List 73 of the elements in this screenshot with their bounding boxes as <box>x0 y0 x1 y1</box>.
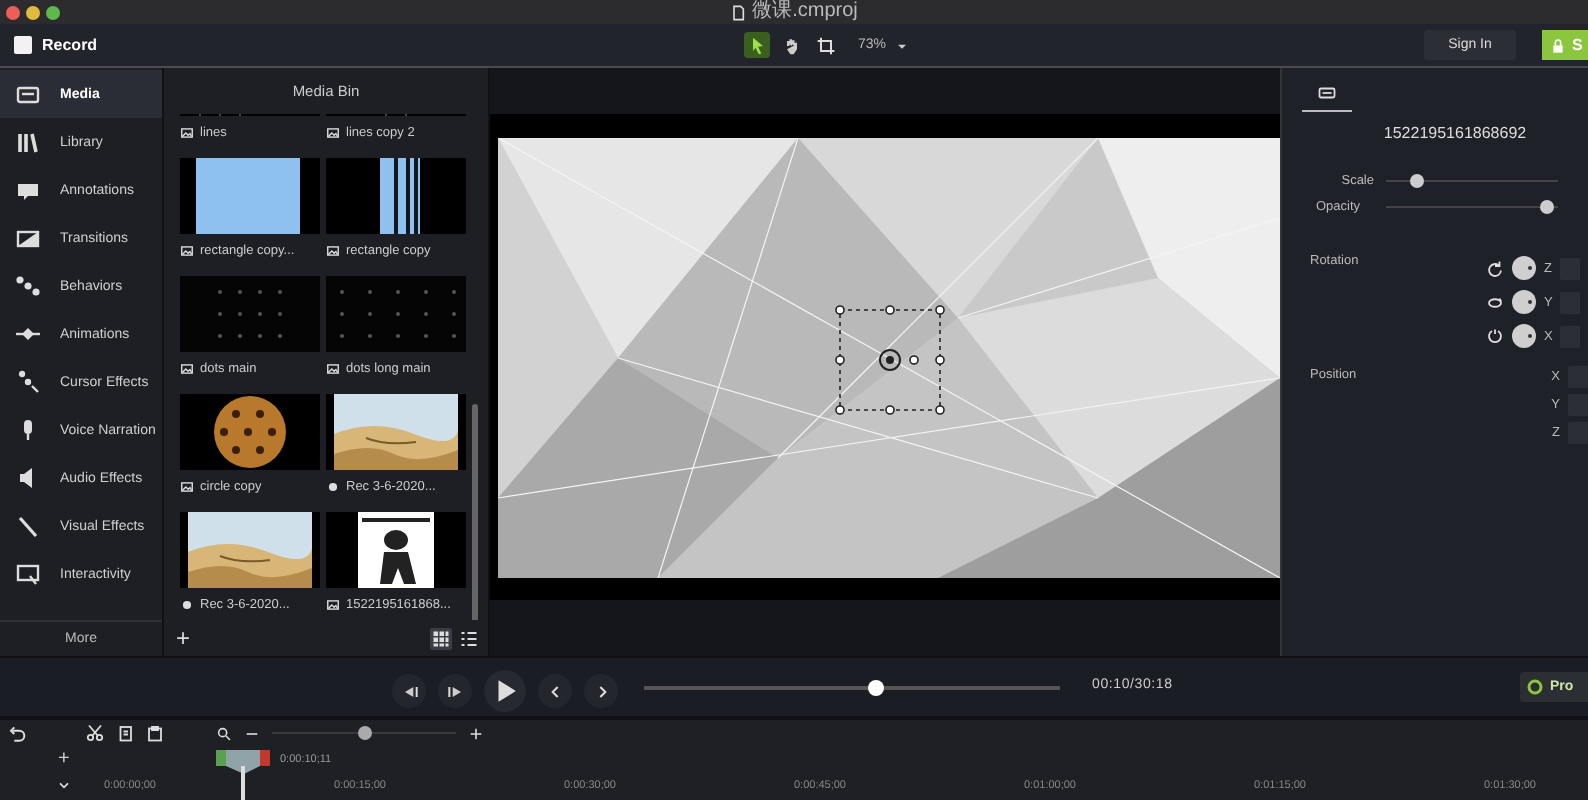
previous-button[interactable] <box>538 674 572 708</box>
rotate-icon <box>1486 259 1504 277</box>
minimize-button[interactable] <box>26 5 40 19</box>
record-button[interactable]: Record <box>14 36 98 54</box>
scissors-icon <box>86 724 104 742</box>
speech-bubble-icon <box>16 178 40 202</box>
gradient-icon <box>16 226 40 250</box>
undo-button[interactable] <box>6 723 26 743</box>
monitor-icon <box>16 82 40 106</box>
slider-thumb[interactable] <box>1539 200 1554 214</box>
crop-icon <box>815 35 835 55</box>
chevron-down-icon[interactable] <box>56 778 72 794</box>
rotation-dial[interactable] <box>1512 324 1536 348</box>
slider-thumb[interactable] <box>357 726 371 740</box>
image-icon <box>326 597 340 611</box>
rotation-dial[interactable] <box>1512 290 1536 314</box>
pointer-icon <box>747 35 767 55</box>
pointer-tool[interactable] <box>744 32 770 58</box>
image-icon <box>326 125 340 139</box>
keyframe-icon <box>16 322 40 346</box>
add-track-button[interactable]: + <box>58 749 70 769</box>
lock-icon <box>1550 37 1566 53</box>
slider-thumb[interactable] <box>1409 174 1424 188</box>
property-slider[interactable] <box>1386 200 1558 214</box>
rotate-icon <box>1486 293 1504 311</box>
copy-button[interactable] <box>116 724 134 742</box>
search-icon <box>216 725 232 741</box>
grid-view-button[interactable] <box>430 627 452 649</box>
previous-frame-button[interactable] <box>392 674 426 708</box>
image-icon <box>326 243 340 257</box>
plus-icon <box>468 725 484 741</box>
image-icon <box>180 479 194 493</box>
paste-button[interactable] <box>146 724 164 742</box>
record-icon <box>180 597 194 611</box>
scrollbar-thumb[interactable] <box>472 404 478 620</box>
grid-view-icon <box>432 629 450 647</box>
list-view-icon <box>460 629 478 647</box>
zoom-button[interactable] <box>216 725 232 741</box>
wand-icon <box>16 514 40 538</box>
document-icon <box>730 3 747 21</box>
dots-icon <box>16 274 40 298</box>
rotate-icon <box>1486 327 1504 345</box>
play-button[interactable] <box>484 670 526 712</box>
crop-tool[interactable] <box>812 32 838 58</box>
list-view-button[interactable] <box>458 627 480 649</box>
close-button[interactable] <box>6 5 20 19</box>
hand-icon <box>781 35 801 55</box>
image-icon <box>326 361 340 375</box>
image-icon <box>180 243 194 257</box>
slider-thumb[interactable] <box>868 680 884 696</box>
record-icon <box>326 479 340 493</box>
window-title: 微课.cmproj <box>752 0 858 24</box>
image-icon <box>180 125 194 139</box>
next-button[interactable] <box>584 674 618 708</box>
image-icon <box>180 361 194 375</box>
cut-button[interactable] <box>86 724 104 742</box>
zoom-in-button[interactable] <box>468 725 484 741</box>
selection-handles[interactable] <box>834 304 946 416</box>
clipboard-icon <box>146 724 164 742</box>
copy-icon <box>116 724 134 742</box>
gear-icon <box>1526 678 1544 696</box>
zoom-button[interactable] <box>46 5 60 19</box>
step-forward-icon <box>445 681 465 701</box>
books-icon <box>16 130 40 154</box>
next-frame-button[interactable] <box>438 674 472 708</box>
undo-icon <box>6 723 26 743</box>
cursor-icon <box>16 370 40 394</box>
add-media-button[interactable]: + <box>176 626 191 650</box>
frame-icon <box>1316 84 1338 102</box>
pointer-screen-icon <box>16 562 40 586</box>
playhead[interactable] <box>216 750 270 800</box>
rotation-dial[interactable] <box>1512 256 1536 280</box>
clip-name: 1522195161868692 <box>1383 124 1527 142</box>
